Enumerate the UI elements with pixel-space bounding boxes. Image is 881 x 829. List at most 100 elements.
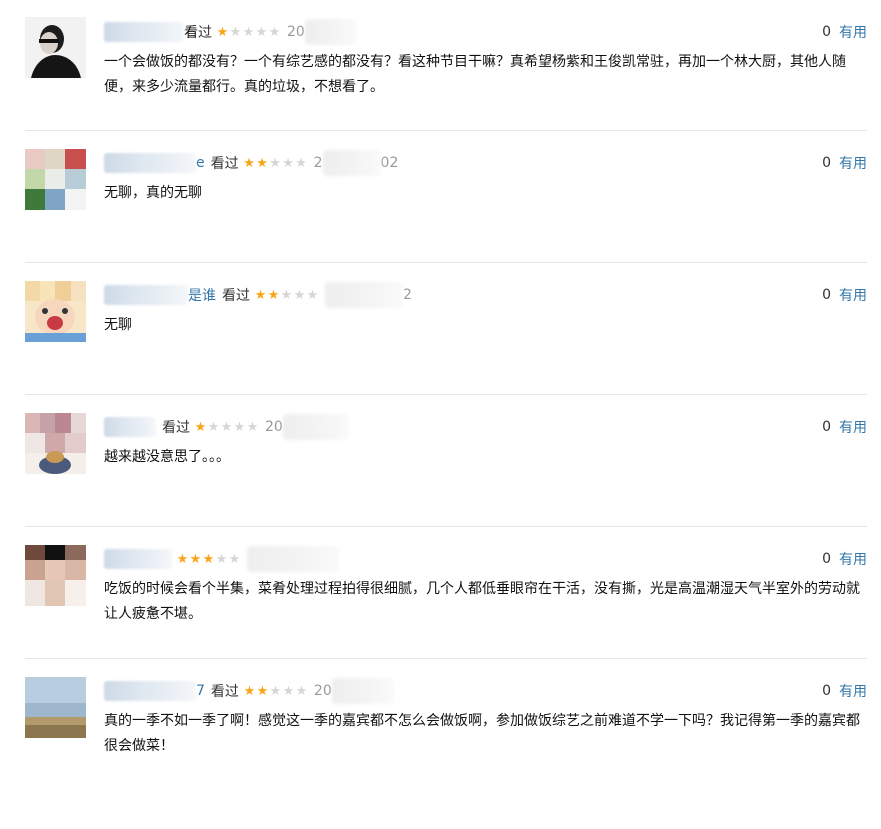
star-filled-icon: ★ [254,287,267,303]
comment-item: 7 看过 ★ ★ ★ ★ ★ 20 0 有用 真的一季不如一季了啊！感觉这一季的嘉宾都不… [0,659,881,791]
username-blurred[interactable] [104,681,196,701]
date-visible: 2 [313,155,323,171]
star-empty-icon: ★ [246,419,259,435]
comment-text: 一个会做饭的都没有？一个有综艺感的都没有？看这种节目干嘛？真希望杨紫和王俊凯常驻… [104,54,846,95]
vote-area: 0 有用 [822,285,867,305]
useful-vote-link[interactable]: 有用 [839,153,867,173]
star-filled-icon: ★ [216,24,229,40]
avatar[interactable] [25,281,86,342]
avatar[interactable] [25,677,86,738]
rating-stars: ★ ★ ★ ★ ★ [216,26,281,39]
vote-area: 0 有用 [822,22,867,42]
useful-vote-link[interactable]: 有用 [839,681,867,701]
avatar[interactable] [25,413,86,474]
vote-count: 0 [822,551,831,567]
watched-label: 看过 [222,288,250,304]
star-filled-icon: ★ [243,155,255,171]
comment-list: 看 过 ★ ★ ★ ★ ★ 20 0 有用 一个会做饭的都没有？一个有综艺感的都没有？看… [0,0,881,791]
star-empty-icon: ★ [242,24,255,40]
watched-prefix: 看 [184,25,198,41]
vote-area: 0 有用 [822,681,867,701]
vote-area: 0 有用 [822,549,867,569]
star-empty-icon: ★ [269,155,281,171]
rating-stars: ★ ★ ★ ★ ★ [243,157,308,170]
avatar[interactable] [25,149,86,210]
comment-text: 无聊 [104,317,132,333]
star-empty-icon: ★ [255,24,268,40]
star-filled-icon: ★ [194,419,207,435]
star-empty-icon: ★ [295,683,308,699]
comment-date: 2 02 [313,150,399,176]
star-empty-icon: ★ [207,419,220,435]
star-empty-icon: ★ [282,155,294,171]
useful-vote-link[interactable]: 有用 [839,285,867,305]
comment-item: 看过 ★ ★ ★ ★ ★ 20 0 有用 越来越没意思了。。。 [0,395,881,527]
watched-label: 看过 [162,420,190,436]
comment-meta: ★ ★ ★ ★ ★ [104,546,339,572]
username-tail[interactable]: 是谁 [188,285,216,305]
comment-text: 真的一季不如一季了啊！感觉这一季的嘉宾都不怎么会做饭啊，参加做饭综艺之前难道不学… [104,713,860,754]
vote-count: 0 [822,24,831,40]
star-empty-icon: ★ [215,551,228,567]
date-blurred [322,150,381,176]
watched-label: 看过 [210,684,239,700]
star-empty-icon: ★ [229,24,242,40]
comment-meta: 7 看过 ★ ★ ★ ★ ★ 20 [104,678,394,704]
rating-stars: ★ ★ ★ ★ ★ [254,289,319,302]
username-blurred[interactable] [104,285,188,305]
username-tail[interactable]: 7 [196,683,205,699]
useful-vote-link[interactable]: 有用 [839,22,867,42]
star-empty-icon: ★ [293,287,306,303]
date-tail: 02 [380,155,399,171]
star-filled-icon: ★ [267,287,280,303]
comment-date: 20 [314,678,394,704]
username-blurred[interactable] [104,549,172,569]
date-blurred [282,414,349,440]
comment-date [247,546,339,572]
comment-meta: e 看过 ★ ★ ★ ★ ★ 2 02 [104,150,399,176]
star-empty-icon: ★ [295,155,307,171]
comment-item: ★ ★ ★ ★ ★ 0 有用 吃饭的时候会看个半集，菜肴处理过程拍得很细腻，几个人都低垂… [0,527,881,659]
vote-area: 0 有用 [822,417,867,437]
star-empty-icon: ★ [220,419,233,435]
username-tail[interactable]: e [196,155,205,171]
star-empty-icon: ★ [268,24,281,40]
avatar[interactable] [25,545,86,606]
watched-label: 过 [198,25,212,41]
star-filled-icon: ★ [202,551,215,567]
date-blurred [247,546,339,572]
vote-count: 0 [822,155,831,171]
watched-label: 看过 [210,156,239,172]
star-empty-icon: ★ [233,419,246,435]
comment-text: 无聊，真的无聊 [104,185,202,201]
star-empty-icon: ★ [306,287,319,303]
useful-vote-link[interactable]: 有用 [839,549,867,569]
vote-count: 0 [822,419,831,435]
useful-vote-link[interactable]: 有用 [839,417,867,437]
avatar[interactable] [25,17,86,78]
comment-text: 吃饭的时候会看个半集，菜肴处理过程拍得很细腻，几个人都低垂眼帘在干活，没有撕，光… [104,581,860,622]
star-filled-icon: ★ [256,155,268,171]
vote-count: 0 [822,287,831,303]
username-blurred[interactable] [104,22,184,42]
comment-item: e 看过 ★ ★ ★ ★ ★ 2 02 0 有用 无聊，真的无聊 [0,131,881,263]
vote-area: 0 有用 [822,153,867,173]
star-empty-icon: ★ [282,683,295,699]
date-visible: 20 [287,24,305,40]
username-blurred[interactable] [104,417,156,437]
star-empty-icon: ★ [228,551,241,567]
star-filled-icon: ★ [176,551,189,567]
comment-meta: 看 过 ★ ★ ★ ★ ★ 20 [104,19,357,45]
rating-stars: ★ ★ ★ ★ ★ [194,421,259,434]
comment-date: 2 [325,282,412,308]
vote-count: 0 [822,683,831,699]
comment-date: 20 [287,19,357,45]
star-filled-icon: ★ [189,551,202,567]
comment-meta: 看过 ★ ★ ★ ★ ★ 20 [104,414,349,440]
comment-date: 20 [265,414,349,440]
comment-item: 是谁 看过 ★ ★ ★ ★ ★ 2 0 有用 无聊 [0,263,881,395]
star-empty-icon: ★ [269,683,282,699]
username-blurred[interactable] [104,153,196,173]
date-blurred [331,678,394,704]
date-visible: 20 [265,419,283,435]
